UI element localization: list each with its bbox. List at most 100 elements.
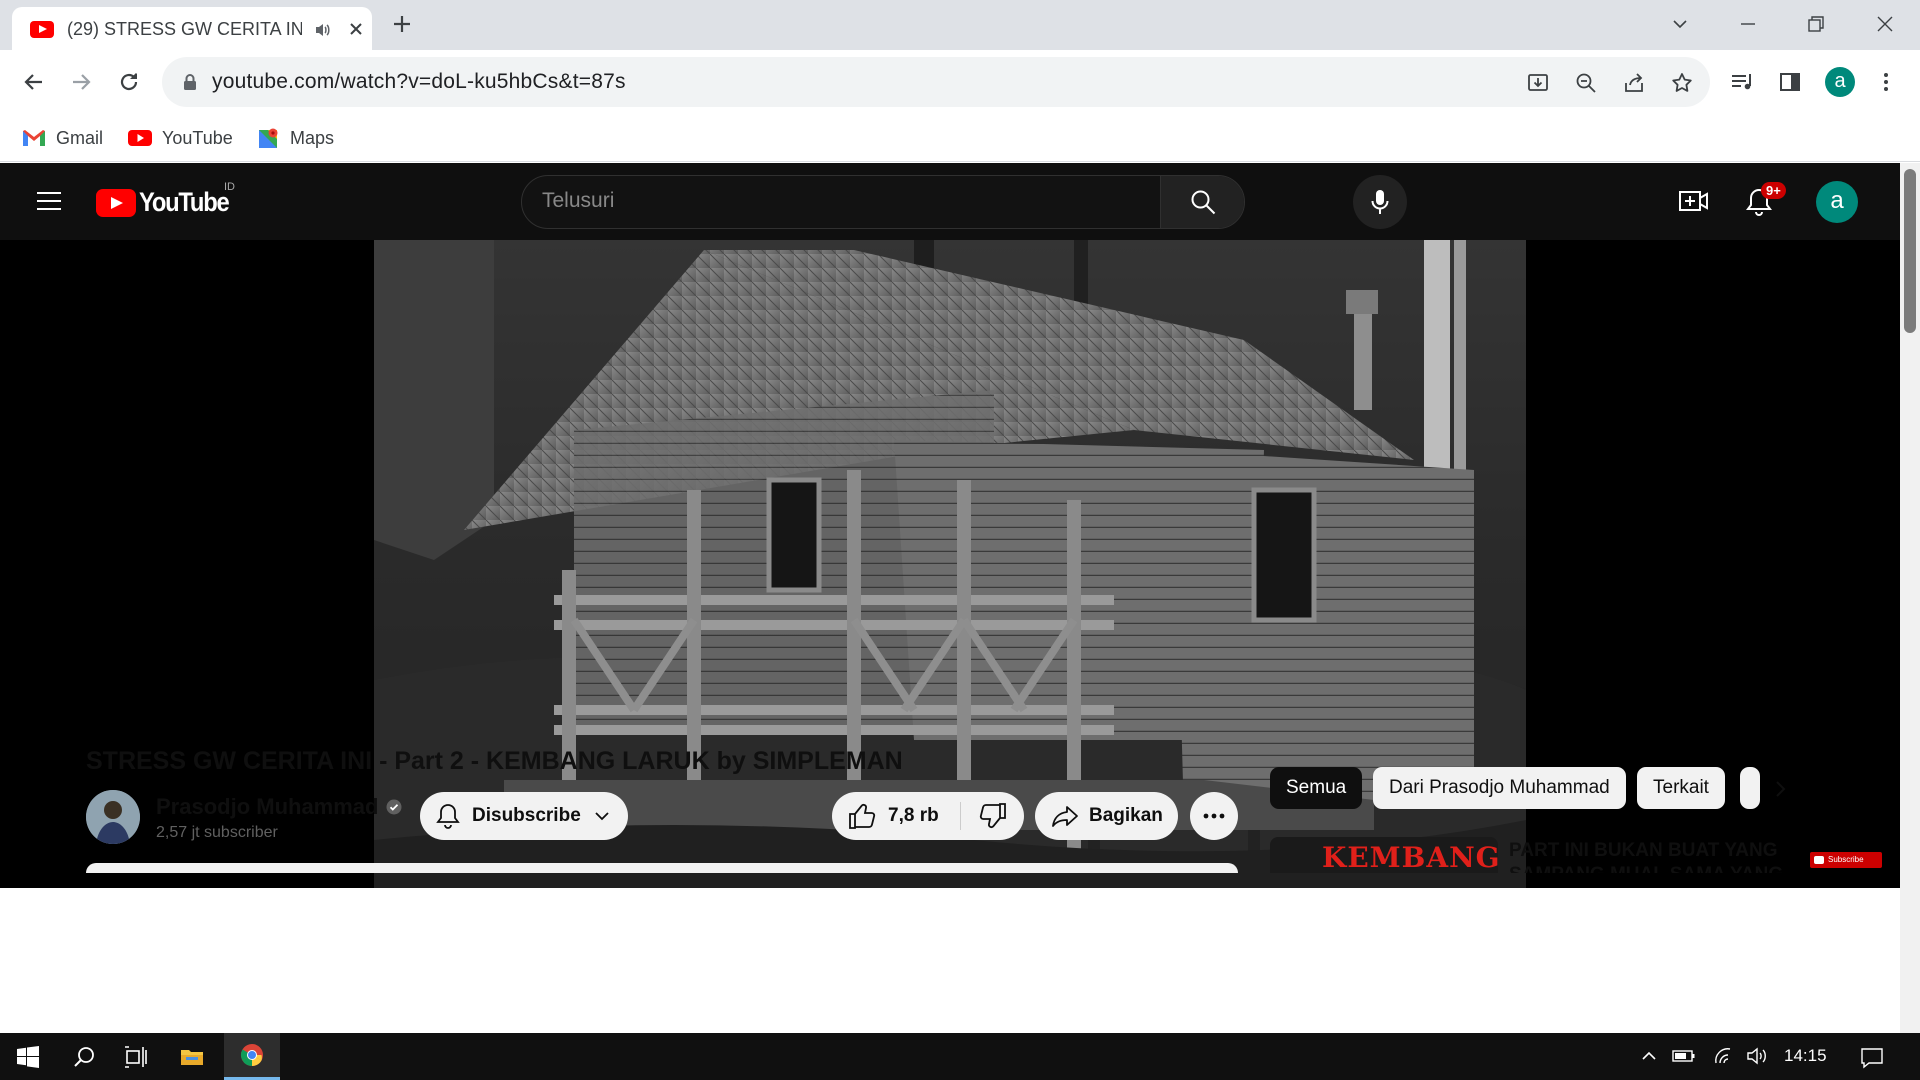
country-code: ID: [224, 181, 235, 193]
browser-tab-active[interactable]: (29) STRESS GW CERITA INI - Part 2 - KEM…: [12, 7, 372, 50]
task-view-icon: [125, 1045, 147, 1068]
windows-logo-icon: [17, 1045, 39, 1068]
bell-icon: [436, 804, 460, 829]
browser-tabstrip: (29) STRESS GW CERITA INI - Part 2 - KEM…: [0, 0, 1920, 50]
side-panel-icon[interactable]: [1778, 70, 1802, 94]
lock-icon[interactable]: [182, 73, 198, 91]
voice-search-button[interactable]: [1353, 175, 1407, 229]
youtube-icon: [128, 130, 152, 146]
show-hidden-icons-chevron-icon[interactable]: [1640, 1047, 1658, 1065]
search-button[interactable]: [1160, 176, 1244, 228]
channel-name[interactable]: Prasodjo Muhammad: [156, 794, 378, 820]
forward-arrow-icon[interactable]: [69, 70, 93, 94]
chevron-down-icon: [595, 812, 609, 821]
create-video-icon[interactable]: [1679, 188, 1709, 214]
tab-close-icon[interactable]: [348, 21, 364, 37]
chip-partial[interactable]: [1740, 767, 1760, 809]
zoom-out-icon[interactable]: [1574, 71, 1598, 95]
microphone-icon: [1371, 190, 1389, 214]
audio-playing-icon[interactable]: [314, 21, 332, 39]
youtube-logo-text: YouTube: [139, 187, 230, 217]
bookmark-star-icon[interactable]: [1670, 71, 1694, 95]
search-icon: [1191, 190, 1216, 215]
url-text[interactable]: youtube.com/watch?v=doL-ku5hbCs&t=87s: [212, 70, 626, 94]
notification-badge: 9+: [1761, 182, 1786, 199]
bookmark-maps[interactable]: Maps: [258, 124, 334, 152]
volume-icon[interactable]: [1746, 1047, 1768, 1065]
bookmark-gmail[interactable]: Gmail: [22, 124, 103, 152]
scrollbar-thumb[interactable]: [1904, 169, 1916, 333]
page-scrollbar[interactable]: [1900, 163, 1920, 1033]
battery-icon[interactable]: [1672, 1047, 1696, 1065]
bookmark-maps-label: Maps: [290, 127, 335, 148]
file-explorer-button[interactable]: [164, 1033, 220, 1080]
video-title: STRESS GW CERITA INI - Part 2 - KEMBANG …: [86, 747, 903, 775]
address-bar[interactable]: youtube.com/watch?v=doL-ku5hbCs&t=87s: [162, 57, 1710, 107]
youtube-masthead: YouTube ID 9+: [0, 163, 1900, 240]
chrome-profile-avatar[interactable]: a: [1825, 67, 1855, 97]
chrome-taskbar-button[interactable]: [224, 1033, 280, 1080]
chrome-menu-icon[interactable]: [1876, 70, 1896, 94]
subscribe-watermark[interactable]: Subscribe: [1810, 852, 1882, 868]
folder-icon: [181, 1049, 203, 1065]
verified-badge-icon: [386, 799, 402, 815]
action-center-icon[interactable]: [1860, 1047, 1884, 1069]
like-count: 7,8 rb: [888, 805, 939, 826]
youtube-account-avatar[interactable]: a: [1816, 181, 1858, 223]
like-dislike-group: 7,8 rb: [832, 792, 1024, 840]
share-arrow-icon: [1052, 806, 1078, 827]
maps-icon: [259, 128, 278, 148]
back-arrow-icon[interactable]: [22, 70, 46, 94]
dislike-button[interactable]: [961, 803, 1007, 829]
install-app-icon[interactable]: [1526, 71, 1550, 95]
reload-icon[interactable]: [117, 70, 141, 94]
youtube-logo[interactable]: YouTube ID: [96, 181, 241, 218]
recommended-video-title[interactable]: PART INI BUKAN BUAT YANG SAMPANG MUAL SA…: [1509, 839, 1789, 873]
like-button[interactable]: 7,8 rb: [832, 803, 960, 829]
tab-title: (29) STRESS GW CERITA INI - Part 2 - KEM…: [67, 19, 302, 39]
hamburger-menu-icon[interactable]: [36, 191, 62, 211]
youtube-favicon-icon: [30, 21, 54, 38]
recommended-video-thumbnail[interactable]: KEMBANG: [1270, 837, 1498, 873]
channel-avatar[interactable]: [86, 790, 140, 844]
media-control-icon[interactable]: [1730, 70, 1756, 94]
windows-taskbar: 14:15: [0, 1033, 1920, 1080]
youtube-play-logo-icon: [96, 188, 136, 217]
description-box[interactable]: [86, 863, 1238, 873]
thumbs-down-icon: [979, 803, 1006, 828]
browser-toolbar: youtube.com/watch?v=doL-ku5hbCs&t=87s a: [0, 50, 1920, 114]
chips-next-chevron-icon[interactable]: [1770, 779, 1790, 799]
bookmark-youtube[interactable]: YouTube: [128, 124, 233, 152]
task-view-button[interactable]: [108, 1033, 164, 1080]
more-horizontal-icon: [1203, 813, 1225, 819]
wifi-icon[interactable]: [1712, 1047, 1734, 1065]
more-actions-button[interactable]: [1190, 792, 1238, 840]
subscribed-label: Disubscribe: [472, 805, 581, 826]
channel-name-row[interactable]: Prasodjo Muhammad: [156, 794, 402, 820]
start-button[interactable]: [0, 1033, 56, 1080]
chip-from-channel[interactable]: Dari Prasodjo Muhammad: [1373, 767, 1626, 809]
youtube-page: YouTube ID 9+: [0, 163, 1900, 1033]
share-label: Bagikan: [1089, 805, 1163, 826]
minimize-window-icon[interactable]: [1738, 14, 1758, 34]
share-button[interactable]: Bagikan: [1035, 792, 1178, 840]
chrome-icon: [241, 1044, 263, 1066]
chip-related[interactable]: Terkait: [1637, 767, 1725, 809]
bookmark-youtube-label: YouTube: [162, 127, 233, 148]
chip-all[interactable]: Semua: [1270, 767, 1363, 809]
taskbar-search-button[interactable]: [56, 1033, 112, 1080]
new-tab-icon[interactable]: [392, 14, 412, 34]
subscribed-button[interactable]: Disubscribe: [420, 792, 628, 840]
search-input[interactable]: [542, 189, 1102, 213]
close-window-icon[interactable]: [1875, 14, 1895, 34]
thumbnail-text: KEMBANG: [1322, 841, 1498, 873]
tab-search-chevron-icon[interactable]: [1670, 14, 1690, 34]
gmail-icon: [23, 130, 45, 146]
bookmark-gmail-label: Gmail: [56, 127, 104, 148]
restore-window-icon[interactable]: [1806, 14, 1826, 34]
search-box: [521, 175, 1245, 229]
bookmarks-bar: Gmail YouTube Maps: [0, 114, 1920, 162]
thumbs-up-icon: [849, 804, 876, 829]
share-page-icon[interactable]: [1622, 71, 1646, 95]
taskbar-clock[interactable]: 14:15: [1784, 1046, 1827, 1066]
